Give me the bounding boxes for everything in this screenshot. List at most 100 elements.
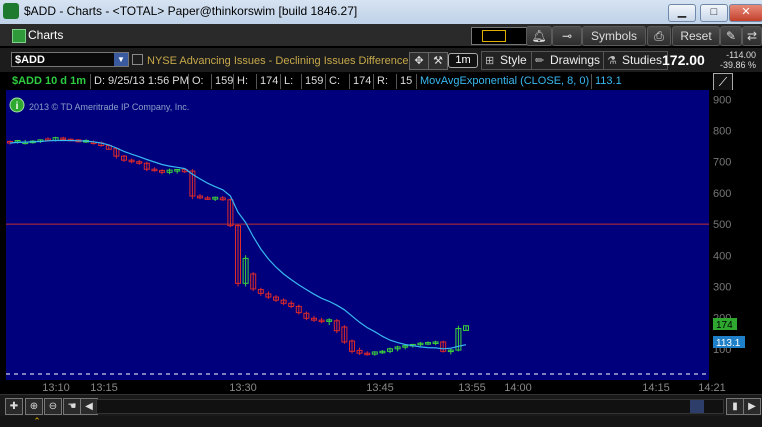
close-value: 174 — [349, 74, 371, 89]
chevron-up-icon[interactable]: ⌃ — [29, 416, 45, 426]
last-price: 172.00 — [662, 52, 705, 68]
y-tick-label: 900 — [713, 94, 731, 106]
close-label: C: — [325, 74, 340, 89]
symbol-value: $ADD — [15, 54, 45, 66]
high-value: 174 — [256, 74, 278, 89]
x-tick-label: 14:15 — [642, 382, 670, 394]
low-value: 159 — [301, 74, 323, 89]
net-change: -114.00 — [726, 50, 756, 60]
price-chart[interactable]: 90080070060050040030020010013:1013:1513:… — [0, 90, 762, 394]
style-label: Style — [500, 53, 527, 67]
y-tick-label: 500 — [713, 219, 731, 231]
range-label: R: — [373, 74, 388, 89]
layout-frame — [482, 30, 506, 42]
x-tick-label: 14:21 — [698, 382, 726, 394]
pan-button[interactable]: ☚ — [63, 398, 81, 415]
open-value: 159 — [211, 74, 233, 89]
x-tick-label: 13:45 — [366, 382, 394, 394]
wrench-icon: ⚒ — [433, 55, 443, 67]
x-tick-label: 14:00 — [504, 382, 532, 394]
bottom-bar: ⌃ — [0, 416, 762, 427]
ohlc-bar: $ADD 10 d 1m D: 9/25/13 1:56 PM O: 159 H… — [10, 74, 700, 89]
layout-display[interactable] — [471, 27, 527, 45]
zoom-out-button[interactable]: ⊖ — [44, 398, 62, 415]
y-tick-label: 700 — [713, 157, 731, 169]
change-block: -114.00 -39.86 % — [716, 50, 756, 70]
studies-button[interactable]: ⚗ Studies — [603, 51, 669, 70]
reset-button[interactable]: Reset — [672, 26, 720, 46]
y-tick-label: 800 — [713, 126, 731, 138]
minimize-button[interactable]: ▁ — [668, 4, 696, 22]
study-name[interactable]: MovAvgExponential (CLOSE, 8, 0) — [416, 74, 589, 89]
expand-button[interactable]: ▮ — [726, 398, 744, 415]
x-tick-label: 13:15 — [90, 382, 118, 394]
pin-icon: ✎ — [725, 29, 737, 43]
pencil-icon: ✏ — [535, 55, 545, 67]
link-icon: ⇄ — [746, 29, 758, 43]
studies-icon: ⚗ — [607, 55, 617, 67]
aggregation-button[interactable]: 1m — [448, 53, 478, 68]
low-label: L: — [280, 74, 293, 89]
high-label: H: — [233, 74, 248, 89]
checkbox-icon — [132, 54, 143, 65]
key-button[interactable]: ⊸ — [552, 26, 582, 46]
scroll-thumb[interactable] — [690, 400, 704, 413]
drawings-button[interactable]: ✏ Drawings — [531, 51, 607, 70]
drawing-tool-button[interactable]: ⟋ — [713, 73, 733, 91]
crosshair-icon: ✥ — [414, 55, 424, 67]
style-icon: ⊞ — [485, 55, 495, 67]
y-tick-label: 600 — [713, 188, 731, 200]
open-label: O: — [188, 74, 204, 89]
chevron-down-icon[interactable]: ▼ — [114, 53, 128, 66]
arrow-right-icon: ▶ — [748, 401, 756, 412]
bell-icon: 🔔︎ — [531, 29, 547, 43]
symbol-period: $ADD 10 d 1m — [12, 75, 86, 87]
ema-tag-label: 113.1 — [716, 338, 741, 349]
x-tick-label: 13:55 — [458, 382, 486, 394]
charts-icon — [12, 29, 26, 43]
chart-header: $ADD ▼ NYSE Advancing Issues - Declining… — [0, 48, 762, 72]
plot-area[interactable] — [6, 90, 709, 380]
wrench-button[interactable]: ⚒ — [428, 52, 448, 70]
bar-date: D: 9/25/13 1:56 PM — [90, 74, 189, 89]
maximize-button[interactable]: □ — [700, 4, 728, 22]
y-tick-label: 300 — [713, 281, 731, 293]
close-button[interactable]: ✕ — [729, 4, 762, 22]
description-text: NYSE Advancing Issues - Declining Issues… — [147, 55, 409, 67]
link-button[interactable]: ⇄ — [742, 26, 762, 46]
y-tick-label: 400 — [713, 250, 731, 262]
alert-button[interactable]: 🔔︎ — [526, 26, 552, 46]
plus-icon: ✚ — [9, 401, 19, 412]
tab-charts[interactable]: Charts — [8, 27, 69, 43]
zoom-in-icon: ⊕ — [29, 401, 39, 412]
crosshair-toggle[interactable]: ✚ — [5, 398, 23, 415]
zoom-in-button[interactable]: ⊕ — [25, 398, 43, 415]
window-title: $ADD - Charts - <TOTAL> Paper@thinkorswi… — [24, 4, 358, 18]
chart-controls: ✚ ⊕ ⊖ ☚ ◀ ▮ ▶ — [0, 394, 762, 417]
crosshair-button[interactable]: ✥ — [409, 52, 429, 70]
studies-label: Studies — [622, 53, 663, 67]
symbol-input[interactable]: $ADD ▼ — [11, 52, 129, 67]
study-value: 113.1 — [591, 74, 622, 89]
trendline-icon: ⟋ — [718, 75, 728, 89]
range-value: 15 — [396, 74, 412, 89]
print-button[interactable]: ⎙ — [647, 26, 671, 46]
key-icon: ⊸ — [561, 29, 573, 43]
symbol-description: NYSE Advancing Issues - Declining Issues… — [132, 54, 408, 67]
price-tag-label: 174 — [716, 320, 733, 331]
x-tick-label: 13:10 — [42, 382, 70, 394]
symbols-button[interactable]: Symbols — [582, 26, 646, 46]
pin-button[interactable]: ✎ — [720, 26, 742, 46]
hand-icon: ☚ — [67, 401, 77, 412]
style-button[interactable]: ⊞ Style — [481, 51, 533, 70]
x-tick-label: 13:30 — [229, 382, 257, 394]
bar-icon: ▮ — [732, 401, 738, 412]
copyright: 2013 © TD Ameritrade IP Company, Inc. — [29, 102, 189, 112]
scroll-right-button[interactable]: ▶ — [743, 398, 761, 415]
printer-icon: ⎙ — [654, 29, 664, 43]
drawings-label: Drawings — [550, 53, 601, 67]
horizontal-scrollbar[interactable] — [96, 399, 724, 414]
zoom-out-icon: ⊖ — [48, 401, 58, 412]
percent-change: -39.86 % — [719, 60, 756, 70]
title-bar: $ADD - Charts - <TOTAL> Paper@thinkorswi… — [0, 0, 762, 25]
